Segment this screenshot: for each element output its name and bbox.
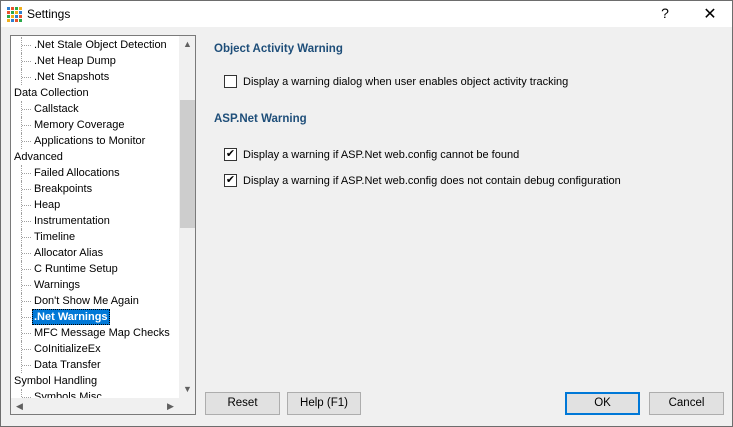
- tree-branch-line: [21, 69, 31, 85]
- tree-item[interactable]: Memory Coverage: [11, 117, 179, 133]
- tree-branch-line: [21, 277, 31, 293]
- tree-category[interactable]: Advanced: [11, 149, 179, 165]
- aspnet-heading: ASP.Net Warning: [214, 113, 307, 125]
- tree-item[interactable]: Timeline: [11, 229, 179, 245]
- object-activity-label: Display a warning dialog when user enabl…: [243, 75, 569, 88]
- scroll-up-icon[interactable]: ▲: [179, 36, 195, 53]
- window-title: Settings: [27, 7, 71, 21]
- aspnet-debug-config-label: Display a warning if ASP.Net web.config …: [243, 174, 621, 187]
- tree-branch-line: [21, 261, 31, 277]
- tree-item-label: Callstack: [34, 103, 79, 115]
- tree-category[interactable]: Symbol Handling: [11, 373, 179, 389]
- tree-item-label: Failed Allocations: [34, 167, 120, 179]
- tree-item[interactable]: Callstack: [11, 101, 179, 117]
- aspnet-config-missing-checkbox[interactable]: ✔: [224, 148, 237, 161]
- tree-item-label: Breakpoints: [34, 183, 93, 195]
- title-bar: Settings ? ✕: [1, 1, 732, 27]
- tree-item[interactable]: .Net Stale Object Detection: [11, 37, 179, 53]
- tree-branch-line: [21, 325, 31, 341]
- cancel-button[interactable]: Cancel: [649, 392, 724, 415]
- object-activity-option[interactable]: Display a warning dialog when user enabl…: [224, 75, 568, 88]
- tree-item-label: Data Transfer: [34, 359, 101, 371]
- tree-item-label: Instrumentation: [34, 215, 110, 227]
- tree-branch-line: [21, 165, 31, 181]
- aspnet-debug-config-option[interactable]: ✔ Display a warning if ASP.Net web.confi…: [224, 174, 621, 187]
- tree-item[interactable]: .Net Warnings: [11, 309, 179, 325]
- close-icon[interactable]: ✕: [701, 4, 719, 24]
- object-activity-checkbox[interactable]: [224, 75, 237, 88]
- tree-branch-line: [21, 309, 31, 325]
- tree-item-label: .Net Stale Object Detection: [34, 39, 167, 51]
- tree-branch-line: [21, 229, 31, 245]
- tree-item-label: Warnings: [34, 279, 81, 291]
- tree-branch-line: [21, 101, 31, 117]
- tree-item-label: Don't Show Me Again: [34, 295, 139, 307]
- object-activity-heading: Object Activity Warning: [214, 43, 343, 55]
- tree-branch-line: [21, 37, 31, 53]
- settings-tree[interactable]: .Net Stale Object Detection .Net Heap Dum…: [10, 35, 196, 415]
- tree-item[interactable]: MFC Message Map Checks: [11, 325, 179, 341]
- tree-item-label: Allocator Alias: [34, 247, 104, 259]
- app-grid-icon: [6, 6, 22, 22]
- tree-item[interactable]: Allocator Alias: [11, 245, 179, 261]
- tree-item[interactable]: Don't Show Me Again: [11, 293, 179, 309]
- aspnet-config-missing-option[interactable]: ✔ Display a warning if ASP.Net web.confi…: [224, 148, 519, 161]
- scroll-left-icon[interactable]: ◀: [11, 398, 28, 414]
- tree-item[interactable]: .Net Snapshots: [11, 69, 179, 85]
- tree-item-label: C Runtime Setup: [34, 263, 118, 275]
- tree-item-label: Advanced: [14, 151, 63, 163]
- help-button[interactable]: Help (F1): [287, 392, 361, 415]
- tree-item-label: .Net Warnings: [32, 309, 110, 325]
- tree-item-label: MFC Message Map Checks: [34, 327, 170, 339]
- tree-item-label: Data Collection: [14, 87, 89, 99]
- tree-item[interactable]: Heap: [11, 197, 179, 213]
- tree-item[interactable]: .Net Heap Dump: [11, 53, 179, 69]
- tree-item-label: Applications to Monitor: [34, 135, 146, 147]
- scroll-thumb[interactable]: [180, 100, 195, 228]
- tree-branch-line: [21, 293, 31, 309]
- scroll-corner: [179, 398, 195, 414]
- tree-item[interactable]: Warnings: [11, 277, 179, 293]
- settings-window: Settings ? ✕ .Net Stale Object Detection…: [0, 0, 733, 427]
- horizontal-scrollbar[interactable]: ◀ ▶: [11, 398, 179, 414]
- tree-item-label: Timeline: [34, 231, 76, 243]
- vertical-scrollbar[interactable]: ▲ ▼: [179, 36, 195, 398]
- tree-item-label: Memory Coverage: [34, 119, 125, 131]
- tree-item[interactable]: CoInitializeEx: [11, 341, 179, 357]
- ok-button[interactable]: OK: [565, 392, 640, 415]
- scroll-right-icon[interactable]: ▶: [162, 398, 179, 414]
- tree-item-label: Symbol Handling: [14, 375, 98, 387]
- aspnet-debug-config-checkbox[interactable]: ✔: [224, 174, 237, 187]
- tree-item-label: .Net Snapshots: [34, 71, 110, 83]
- reset-button[interactable]: Reset: [205, 392, 280, 415]
- tree-branch-line: [21, 245, 31, 261]
- tree-item[interactable]: C Runtime Setup: [11, 261, 179, 277]
- tree-branch-line: [21, 213, 31, 229]
- tree-category[interactable]: Data Collection: [11, 85, 179, 101]
- tree-branch-line: [21, 53, 31, 69]
- tree-item[interactable]: Applications to Monitor: [11, 133, 179, 149]
- tree-item[interactable]: Instrumentation: [11, 213, 179, 229]
- tree-item[interactable]: Failed Allocations: [11, 165, 179, 181]
- tree-item-label: Heap: [34, 199, 61, 211]
- tree-item-label: CoInitializeEx: [34, 343, 101, 355]
- tree-branch-line: [21, 133, 31, 149]
- aspnet-config-missing-label: Display a warning if ASP.Net web.config …: [243, 148, 520, 161]
- tree-list: .Net Stale Object Detection .Net Heap Dum…: [11, 37, 179, 405]
- tree-branch-line: [21, 181, 31, 197]
- tree-branch-line: [21, 117, 31, 133]
- tree-item-label: .Net Heap Dump: [34, 55, 116, 67]
- tree-item[interactable]: Data Transfer: [11, 357, 179, 373]
- scroll-down-icon[interactable]: ▼: [179, 381, 195, 398]
- help-icon[interactable]: ?: [656, 5, 674, 21]
- tree-branch-line: [21, 197, 31, 213]
- tree-branch-line: [21, 341, 31, 357]
- tree-item[interactable]: Breakpoints: [11, 181, 179, 197]
- tree-branch-line: [21, 357, 31, 373]
